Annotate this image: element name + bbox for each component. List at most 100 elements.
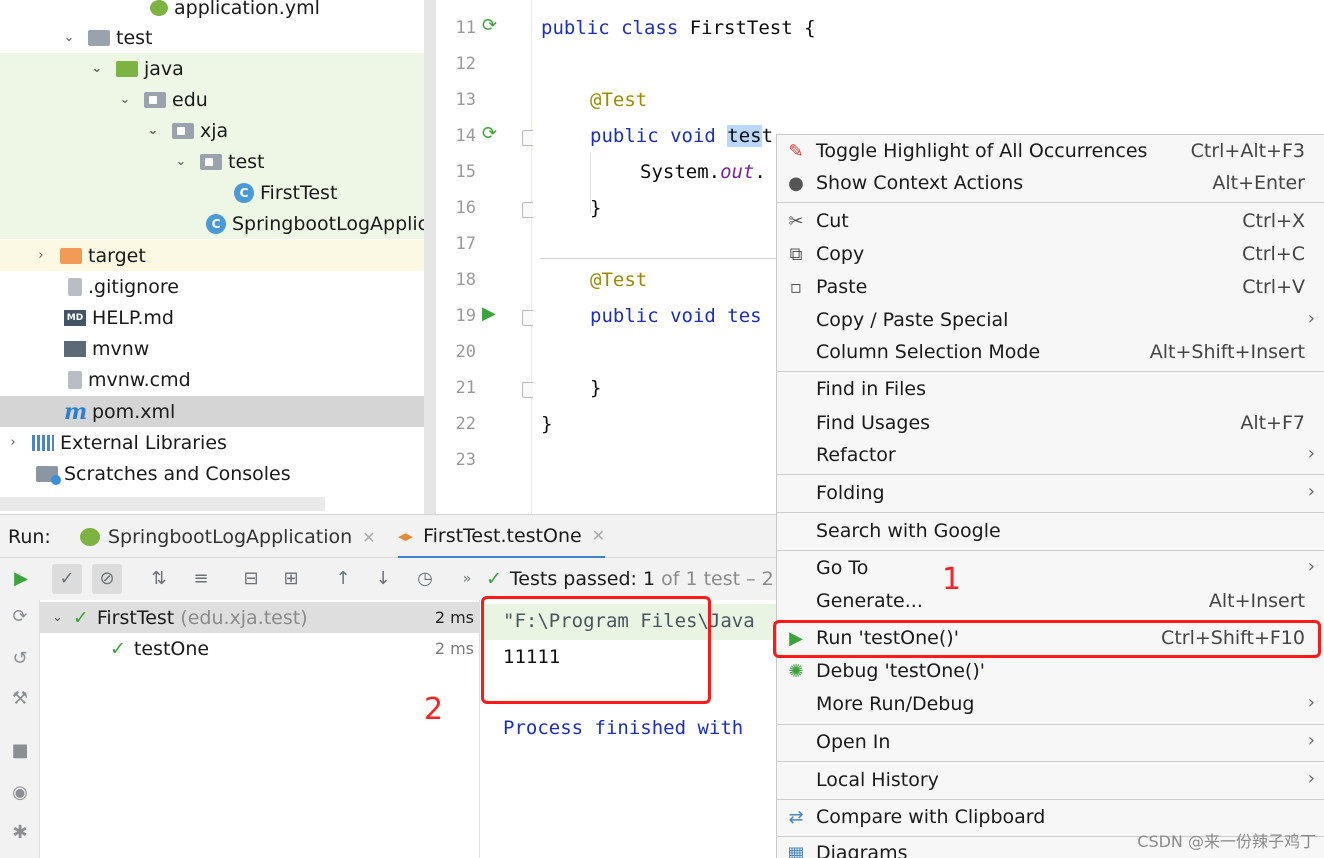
stop-icon[interactable]: ■: [8, 740, 32, 764]
show-ignored-icon[interactable]: ⊘: [92, 564, 122, 594]
run-all-tests-icon[interactable]: ⟳: [482, 16, 502, 36]
line-number: 15: [455, 162, 476, 182]
toggle-auto-test-icon[interactable]: ↺: [8, 648, 32, 672]
menu-item-folding[interactable]: Folding ›: [777, 479, 1324, 511]
test-status: ✓ Tests passed: 1 of 1 test – 2 m: [486, 568, 799, 590]
tree-item-external-libraries[interactable]: › External Libraries: [0, 427, 435, 458]
menu-item-search-with-google[interactable]: Search with Google: [777, 517, 1324, 549]
highlighted-identifier[interactable]: tes: [727, 125, 762, 147]
pin-icon[interactable]: ✱: [8, 822, 32, 846]
tree-item-mvnw[interactable]: mvnw: [0, 333, 435, 364]
tree-item-test-folder[interactable]: ⌄ test: [0, 22, 435, 53]
show-passed-icon[interactable]: ✓: [52, 564, 82, 594]
chevron-right-icon: ›: [1307, 768, 1315, 789]
previous-failed-icon[interactable]: ↑: [328, 564, 358, 594]
more-toolbar-icon[interactable]: »: [452, 564, 482, 594]
chevron-down-icon[interactable]: ⌄: [146, 123, 160, 138]
menu-item-cut[interactable]: ✂ Cut Ctrl+X: [777, 207, 1324, 239]
yaml-file-icon: [150, 0, 168, 16]
line-number: 22: [455, 414, 476, 434]
sort-alphabetically-icon[interactable]: ⇅: [144, 564, 174, 594]
tree-item-firsttest[interactable]: C FirstTest: [0, 177, 435, 208]
next-failed-icon[interactable]: ↓: [368, 564, 398, 594]
tree-item-target[interactable]: › target: [0, 240, 435, 271]
run-label: Run:: [8, 526, 51, 548]
camera-icon[interactable]: ◉: [8, 782, 32, 806]
chevron-right-icon: ›: [1307, 692, 1315, 713]
compare-icon: ⇄: [788, 807, 804, 828]
sort-by-duration-icon[interactable]: ≡: [186, 564, 216, 594]
method-separator: [540, 258, 780, 259]
line-number: 14: [455, 126, 476, 146]
expand-all-icon[interactable]: ⊟: [236, 564, 266, 594]
run-side-toolbar: ⟳ ↺ ⚒ ■ ◉ ✱: [0, 600, 40, 858]
run-tab-firsttest-testone[interactable]: ◂▸ FirstTest.testOne ✕: [398, 515, 606, 559]
collapse-all-icon[interactable]: ⊞: [276, 564, 306, 594]
menu-item-toggle-highlight[interactable]: ✎ Toggle Highlight of All Occurrences Ct…: [777, 137, 1324, 169]
menu-item-find-in-files[interactable]: Find in Files: [777, 375, 1324, 407]
tree-item-scratches[interactable]: Scratches and Consoles: [0, 458, 435, 489]
tree-item-application-yml[interactable]: application.yml: [0, 0, 435, 23]
menu-item-refactor[interactable]: Refactor ›: [777, 441, 1324, 473]
run-test-icon[interactable]: ▶: [482, 304, 502, 324]
tree-item-xja[interactable]: ⌄ xja: [0, 115, 435, 146]
menu-item-copy[interactable]: ⧉ Copy Ctrl+C: [777, 240, 1324, 272]
menu-item-column-selection-mode[interactable]: Column Selection Mode Alt+Shift+Insert: [777, 338, 1324, 370]
menu-item-copy-paste-special[interactable]: Copy / Paste Special ›: [777, 306, 1324, 338]
editor-gutter: 11 12 13 14 15 16 17 18 19 20 21 22 23 ⟳…: [436, 0, 536, 514]
tree-item-help-md[interactable]: MD HELP.md: [0, 302, 435, 333]
menu-separator: [777, 761, 1324, 762]
annotation-box-run: [773, 620, 1321, 658]
test-suite-row[interactable]: ⌄ ✓ FirstTest (edu.xja.test) 2 ms: [40, 602, 480, 633]
tree-item-edu[interactable]: ⌄ edu: [0, 84, 435, 115]
tree-item-test-package[interactable]: ⌄ test: [0, 146, 435, 177]
chevron-right-icon: ›: [1307, 556, 1315, 577]
menu-item-paste[interactable]: ▫ Paste Ctrl+V: [777, 273, 1324, 305]
chevron-down-icon[interactable]: ⌄: [52, 610, 63, 625]
menu-item-more-run-debug[interactable]: More Run/Debug ›: [777, 690, 1324, 722]
close-icon[interactable]: ✕: [362, 528, 375, 547]
tree-item-java[interactable]: ⌄ java: [0, 53, 435, 84]
rerun-failed-icon[interactable]: ⟳: [8, 606, 32, 630]
chevron-down-icon[interactable]: ⌄: [62, 30, 76, 45]
tree-item-pom-xml[interactable]: m pom.xml: [0, 396, 435, 427]
test-runner-toolbar: ▶ ✓ ⊘ ⇅ ≡ ⊟ ⊞ ↑ ↓ ◷ » ✓ Tests passed: 1 o…: [0, 558, 798, 600]
chevron-right-icon[interactable]: ›: [34, 248, 48, 263]
package-icon: [172, 122, 194, 139]
line-number: 23: [455, 450, 476, 470]
menu-item-go-to[interactable]: Go To ›: [777, 554, 1324, 586]
line-number: 19: [455, 306, 476, 326]
file-icon: [68, 277, 82, 296]
rerun-icon[interactable]: ▶: [6, 564, 36, 594]
menu-item-local-history[interactable]: Local History ›: [777, 766, 1324, 798]
tree-horizontal-scrollbar[interactable]: [0, 497, 325, 511]
code-line-15: System.out.: [640, 161, 766, 183]
history-icon[interactable]: ◷: [410, 564, 440, 594]
menu-item-generate[interactable]: Generate... Alt+Insert: [777, 587, 1324, 619]
menu-item-find-usages[interactable]: Find Usages Alt+F7: [777, 409, 1324, 441]
tree-item-mvnw-cmd[interactable]: mvnw.cmd: [0, 364, 435, 395]
menu-item-open-in[interactable]: Open In ›: [777, 728, 1324, 760]
chevron-down-icon[interactable]: ⌄: [90, 61, 104, 76]
close-icon[interactable]: ✕: [592, 526, 605, 545]
wrench-icon[interactable]: ⚒: [8, 688, 32, 712]
test-case-row[interactable]: ✓ testOne 2 ms: [40, 633, 480, 664]
annotation-label-2: 2: [424, 692, 444, 727]
code-line-21: }: [590, 377, 602, 399]
tree-item-gitignore[interactable]: .gitignore: [0, 271, 435, 302]
tree-splitter[interactable]: [424, 0, 436, 514]
menu-separator: [777, 799, 1324, 800]
lightbulb-icon: ●: [788, 173, 804, 194]
menu-item-show-context-actions[interactable]: ● Show Context Actions Alt+Enter: [777, 169, 1324, 201]
chevron-right-icon[interactable]: ›: [6, 435, 20, 450]
chevron-down-icon[interactable]: ⌄: [174, 154, 188, 169]
menu-item-debug-testone[interactable]: ✺ Debug 'testOne()': [777, 657, 1324, 689]
run-tab-springbootlogapplication[interactable]: SpringbootLogApplication ✕: [80, 515, 376, 559]
chevron-down-icon[interactable]: ⌄: [118, 92, 132, 107]
tree-item-springbootlogapplication[interactable]: C SpringbootLogApplic: [0, 208, 435, 239]
line-number: 11: [455, 18, 476, 38]
menu-separator: [777, 202, 1324, 203]
line-number: 13: [455, 90, 476, 110]
highlight-pen-icon: ✎: [788, 141, 804, 162]
run-passed-test-icon[interactable]: ⟳: [482, 124, 502, 144]
